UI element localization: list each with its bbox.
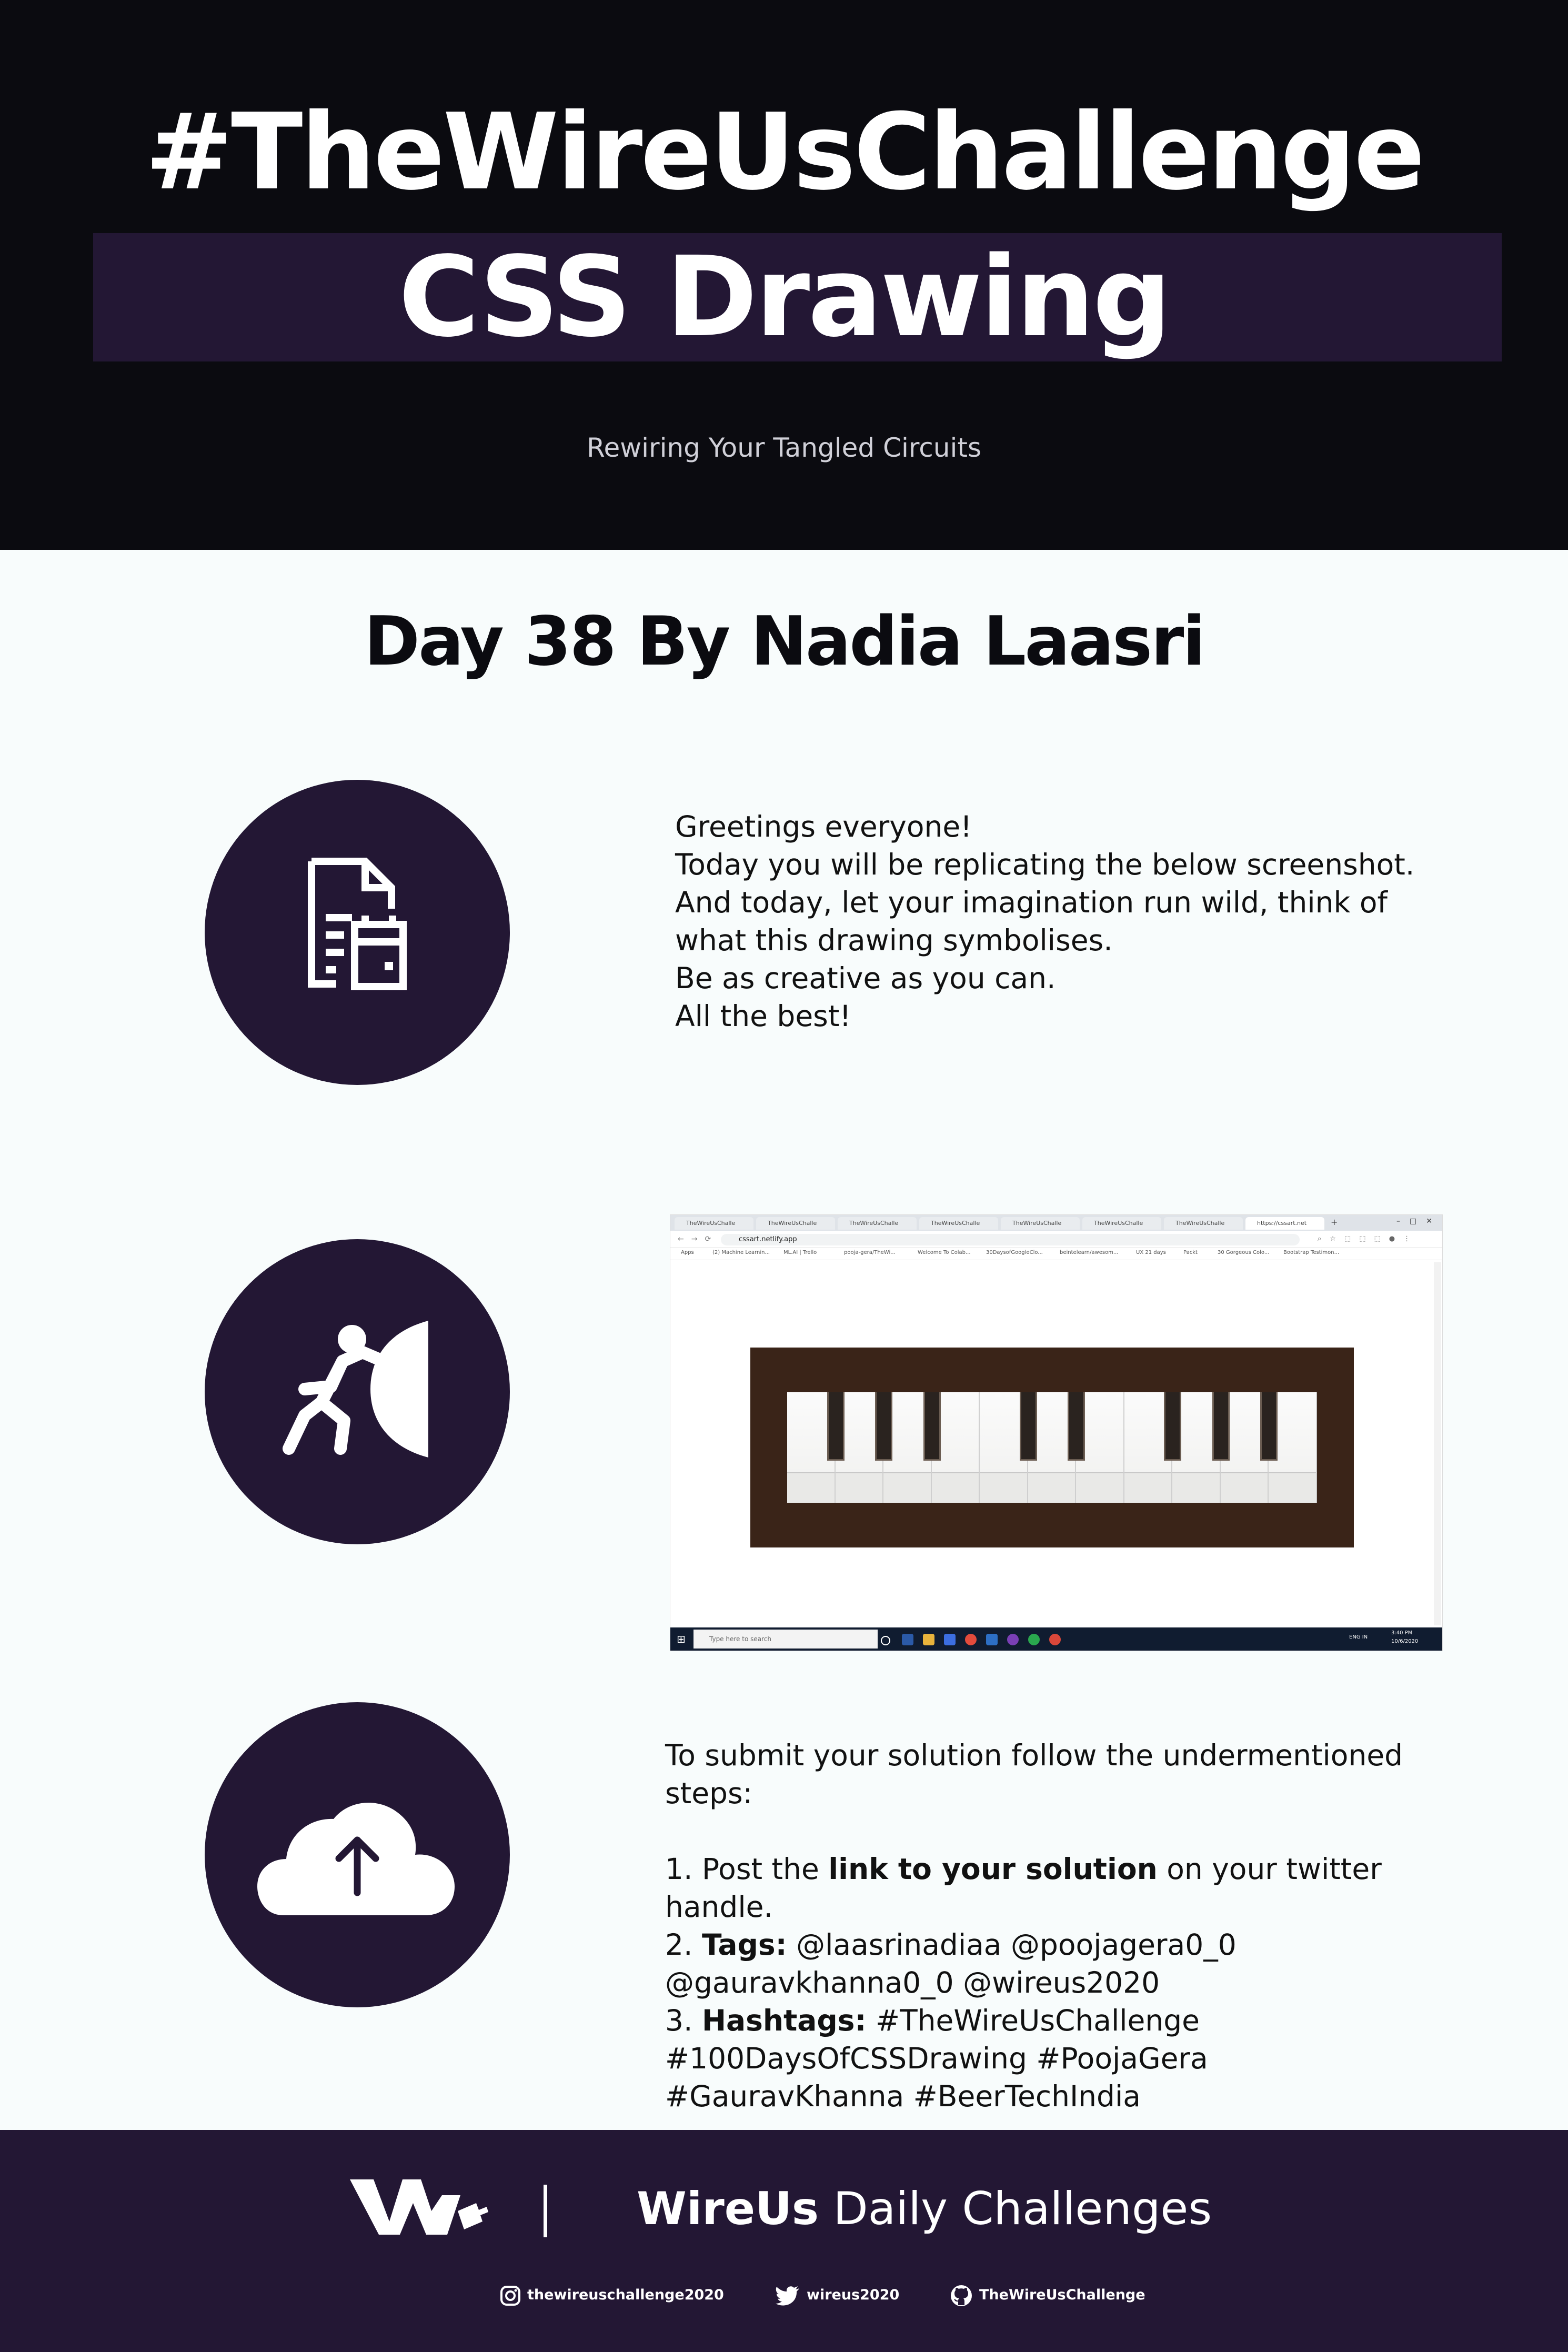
tray-clock[interactable]: 3:40 PM 10/6/2020	[1391, 1629, 1418, 1646]
piano-black-key	[1068, 1392, 1085, 1461]
github-link[interactable]: TheWireUsChallenge	[950, 2284, 1145, 2307]
chrome-icon[interactable]	[965, 1634, 977, 1645]
browser-tab[interactable]: TheWireUsChalle	[1082, 1217, 1161, 1230]
day-title: Day 38 By Nadia Laasri	[364, 602, 1205, 681]
cloud-upload-icon	[257, 1802, 455, 1915]
cortana-icon[interactable]	[881, 1636, 890, 1645]
bookmark[interactable]: Apps	[681, 1250, 694, 1255]
piano-black-key	[1212, 1392, 1230, 1461]
piano-black-key	[1164, 1392, 1182, 1461]
taskbar-search-box[interactable]: Type here to search	[693, 1630, 878, 1649]
footer-divider	[544, 2185, 547, 2237]
instruction-line: And today, let your imagination run wild…	[675, 886, 1388, 957]
reference-screenshot: TheWireUsChalle TheWireUsChalle TheWireU…	[670, 1214, 1443, 1651]
window-controls-icon[interactable]: –□✕	[1396, 1217, 1442, 1225]
wireus-logo	[347, 2174, 489, 2242]
instagram-link[interactable]: thewireuschallenge2020	[500, 2284, 724, 2307]
instruction-line: Be as creative as you can.	[675, 961, 1056, 995]
page-scrollbar[interactable]	[1434, 1262, 1441, 1625]
browser-tab-active[interactable]: https://cssart.net	[1245, 1217, 1324, 1230]
hashtags-label: Hashtags:	[701, 2004, 867, 2037]
tagline: Rewiring Your Tangled Circuits	[586, 433, 982, 463]
piano-black-key	[827, 1392, 845, 1461]
github-icon	[951, 2285, 972, 2306]
submit-step-2: 2. Tags: @laasrinadiaa @poojagera0_0 @ga…	[665, 1928, 1237, 1999]
windows-start-icon[interactable]: ⊞	[677, 1633, 686, 1645]
store-icon[interactable]	[944, 1634, 956, 1645]
link-emphasis: link to your solution	[828, 1852, 1158, 1886]
nav-arrows-icon[interactable]: ←→⟳	[678, 1235, 718, 1243]
bookmark[interactable]: Welcome To Colab...	[918, 1250, 971, 1255]
bookmark[interactable]: beintelearn/awesom...	[1060, 1250, 1118, 1255]
piano-black-key	[923, 1392, 941, 1461]
browser-tab[interactable]: TheWireUsChalle	[1001, 1217, 1080, 1230]
instagram-icon	[500, 2285, 520, 2306]
piano-drawing	[750, 1348, 1354, 1547]
bookmark[interactable]: (2) Machine Learnin...	[712, 1250, 770, 1255]
browser-tab[interactable]: TheWireUsChalle	[1164, 1217, 1243, 1230]
submit-intro: To submit your solution follow the under…	[665, 1738, 1403, 1810]
bookmark[interactable]: pooja-gera/TheWi...	[844, 1250, 896, 1255]
challenge-title: #TheWireUsChallenge	[145, 91, 1425, 214]
bookmark[interactable]: Bootstrap Testimon...	[1283, 1250, 1339, 1255]
greeting-line: Greetings everyone!	[675, 810, 972, 843]
piano-black-key	[875, 1392, 893, 1461]
vscode-icon[interactable]	[986, 1634, 998, 1645]
piano-black-key	[1019, 1392, 1037, 1461]
bookmark[interactable]: Packt	[1183, 1250, 1198, 1255]
instruction-line: All the best!	[675, 999, 851, 1033]
browser-tab[interactable]: TheWireUsChalle	[675, 1217, 753, 1230]
submission-instructions: To submit your solution follow the under…	[665, 1736, 1428, 2115]
challenge-icon-circle	[205, 1239, 510, 1544]
footer-brand-title: WireUs Daily Challenges	[637, 2183, 1212, 2235]
submit-step-3: 3. Hashtags: #TheWireUsChallenge #100Day…	[665, 2004, 1208, 2113]
task-view-icon[interactable]	[902, 1634, 913, 1645]
url-bar[interactable]: cssart.netlify.app	[721, 1234, 1300, 1245]
bookmark[interactable]: 30DaysofGoogleClo...	[986, 1250, 1043, 1255]
bookmark[interactable]: UX 21 days	[1136, 1250, 1166, 1255]
app-icon[interactable]	[1007, 1634, 1019, 1645]
file-explorer-icon[interactable]	[923, 1634, 934, 1645]
piano-keyboard	[787, 1392, 1317, 1503]
submit-icon-circle	[205, 1702, 510, 2007]
browser-tab[interactable]: TheWireUsChalle	[756, 1217, 835, 1230]
bookmark[interactable]: ML.AI | Trello	[783, 1250, 817, 1255]
browser-extensions-icon[interactable]: ⌕☆⬚⬚⬚●⋮	[1318, 1235, 1419, 1243]
piano-black-key	[1260, 1392, 1278, 1461]
browser-tab[interactable]: TheWireUsChalle	[919, 1217, 998, 1230]
wireus-logo-icon	[350, 2179, 488, 2235]
instructions-text: Greetings everyone! Today you will be re…	[675, 808, 1464, 1035]
challenge-subtitle: CSS Drawing	[398, 233, 1172, 361]
app-icon[interactable]	[1049, 1634, 1061, 1645]
app-icon[interactable]	[1028, 1634, 1040, 1645]
instructions-icon-circle	[205, 780, 510, 1085]
tray-time: 3:40 PM	[1391, 1630, 1413, 1636]
footer	[0, 2130, 1568, 2352]
browser-tab[interactable]: TheWireUsChalle	[838, 1217, 917, 1230]
submit-step-1: 1. Post the link to your solution on you…	[665, 1852, 1382, 1924]
twitter-icon	[776, 2286, 799, 2306]
document-calendar-icon	[308, 858, 407, 990]
twitter-link[interactable]: wireus2020	[775, 2284, 899, 2307]
instruction-line: Today you will be replicating the below …	[675, 848, 1415, 881]
tray-date: 10/6/2020	[1391, 1639, 1419, 1644]
tray-language[interactable]: ENG IN	[1349, 1634, 1368, 1640]
bookmark[interactable]: 30 Gorgeous Colo...	[1218, 1250, 1269, 1255]
tags-label: Tags:	[701, 1928, 787, 1962]
person-pushing-wall-icon	[283, 1321, 428, 1458]
new-tab-icon[interactable]: +	[1331, 1217, 1338, 1227]
